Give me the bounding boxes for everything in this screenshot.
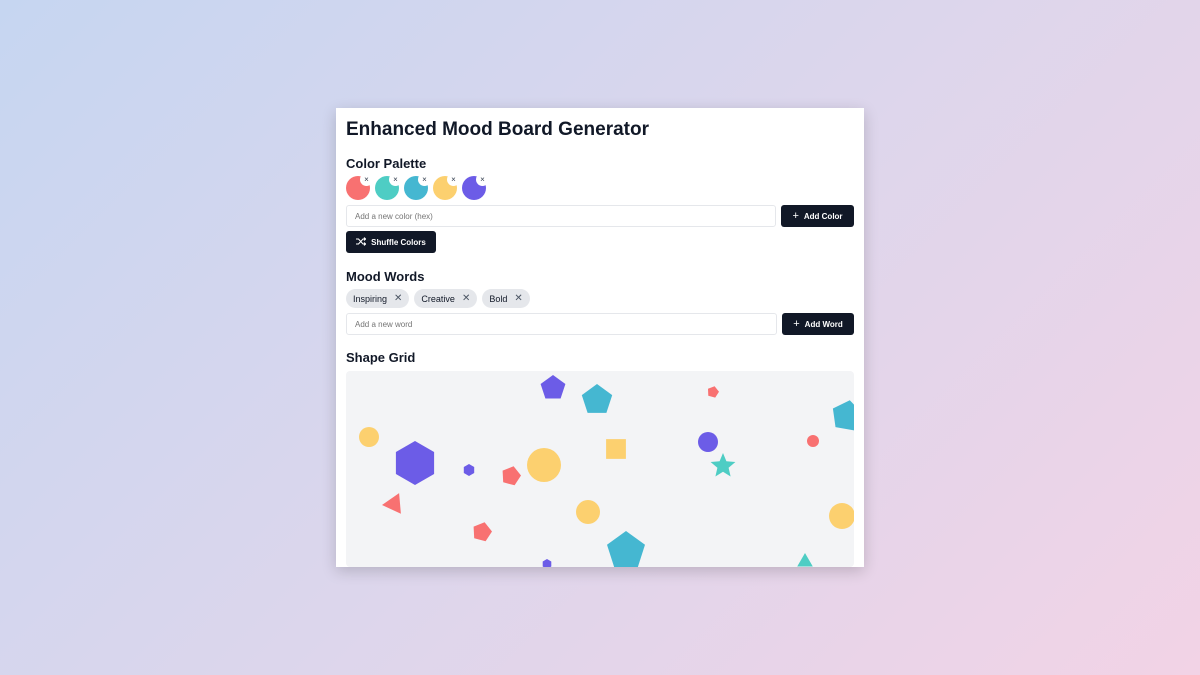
color-swatch[interactable]: ×	[433, 173, 460, 200]
shape-pentagon	[581, 384, 613, 413]
new-word-input[interactable]	[346, 313, 777, 335]
shape-pentagon	[540, 375, 566, 399]
color-swatch-list: × × × × ×	[346, 173, 489, 200]
new-color-input[interactable]	[346, 205, 776, 227]
mood-word-label: Bold	[489, 293, 508, 304]
shape-pentagon	[708, 386, 719, 398]
shape-pentagon	[473, 522, 492, 542]
color-swatch[interactable]: ×	[346, 173, 373, 200]
remove-color-icon[interactable]: ×	[389, 173, 402, 186]
shape-hexagon	[542, 559, 552, 567]
shape-triangle	[797, 553, 813, 567]
plus-icon: +	[793, 317, 800, 330]
remove-word-icon[interactable]: ✕	[394, 293, 402, 304]
shape-circle	[527, 448, 561, 482]
shape-circle	[359, 427, 379, 447]
shape-triangle	[382, 493, 401, 514]
shape-circle	[829, 503, 854, 529]
mood-word-chip: Creative ✕	[414, 289, 478, 308]
color-palette-heading: Color Palette	[346, 156, 427, 171]
remove-color-icon[interactable]: ×	[476, 173, 489, 186]
mood-board-panel: Enhanced Mood Board Generator Color Pale…	[336, 108, 864, 567]
remove-word-icon[interactable]: ✕	[462, 293, 470, 304]
shape-circle	[576, 500, 600, 524]
add-word-label: Add Word	[804, 319, 843, 329]
shuffle-icon	[356, 236, 367, 248]
plus-icon: +	[792, 209, 799, 222]
shape-grid-heading: Shape Grid	[346, 350, 416, 365]
shape-grid-canvas	[359, 375, 854, 567]
shape-pentagon	[502, 466, 521, 486]
shape-pentagon	[832, 400, 854, 431]
remove-color-icon[interactable]: ×	[418, 173, 431, 186]
remove-color-icon[interactable]: ×	[360, 173, 373, 186]
mood-word-label: Inspiring	[353, 293, 388, 304]
mood-word-chip: Inspiring ✕	[346, 289, 410, 308]
color-swatch[interactable]: ×	[404, 173, 431, 200]
remove-color-icon[interactable]: ×	[447, 173, 460, 186]
shape-grid	[346, 371, 854, 567]
remove-word-icon[interactable]: ✕	[514, 293, 522, 304]
shape-circle	[807, 435, 819, 447]
shape-circle	[698, 432, 718, 452]
page-title: Enhanced Mood Board Generator	[346, 119, 649, 140]
shape-square	[606, 439, 626, 459]
shuffle-colors-button[interactable]: Shuffle Colors	[346, 231, 436, 253]
shuffle-colors-label: Shuffle Colors	[371, 237, 426, 247]
shape-hexagon	[395, 441, 435, 485]
shape-pentagon	[607, 531, 645, 567]
mood-word-label: Creative	[421, 293, 455, 304]
add-color-button[interactable]: + Add Color	[781, 205, 854, 227]
mood-word-list: Inspiring ✕ Creative ✕ Bold ✕	[346, 289, 530, 308]
mood-word-chip: Bold ✕	[482, 289, 530, 308]
shape-hexagon	[463, 464, 475, 476]
shape-star	[710, 453, 736, 477]
mood-words-heading: Mood Words	[346, 269, 425, 284]
color-swatch[interactable]: ×	[375, 173, 402, 200]
add-word-button[interactable]: + Add Word	[782, 313, 854, 335]
add-color-label: Add Color	[803, 211, 843, 221]
color-swatch[interactable]: ×	[462, 173, 489, 200]
